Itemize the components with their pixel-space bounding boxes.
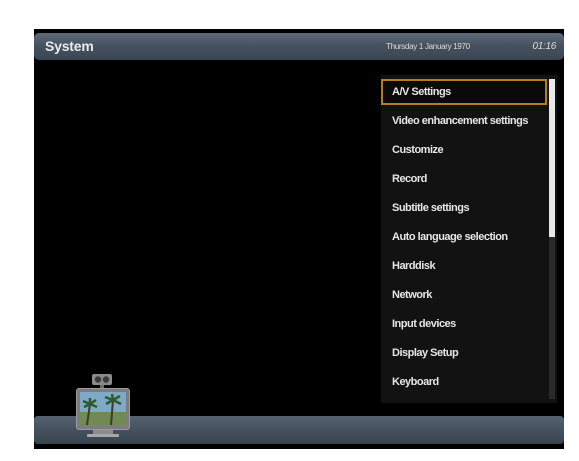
menu-item-customize[interactable]: Customize [381,137,547,163]
header-bar: System Thursday 1 January 1970 01:16 [34,33,564,60]
settings-menu: A/V Settings Video enhancement settings … [381,75,557,403]
tv-set-icon [75,374,131,440]
menu-item-video-enhancement[interactable]: Video enhancement settings [381,108,547,134]
menu-item-keyboard[interactable]: Keyboard [381,369,547,395]
menu-item-av-settings[interactable]: A/V Settings [381,79,547,105]
date-display: Thursday 1 January 1970 [386,42,470,51]
menu-item-subtitle-settings[interactable]: Subtitle settings [381,195,547,221]
menu-scrollbar[interactable] [549,79,555,399]
clock-display: 01:16 [532,41,556,52]
menu-item-auto-language[interactable]: Auto language selection [381,224,547,250]
menu-item-record[interactable]: Record [381,166,547,192]
menu-item-network[interactable]: Network [381,282,547,308]
menu-item-input-devices[interactable]: Input devices [381,311,547,337]
menu-item-display-setup[interactable]: Display Setup [381,340,547,366]
page-title: System [45,38,94,54]
menu-item-harddisk[interactable]: Harddisk [381,253,547,279]
scrollbar-thumb[interactable] [549,79,555,237]
tv-screen: System Thursday 1 January 1970 01:16 A/V… [34,29,564,449]
